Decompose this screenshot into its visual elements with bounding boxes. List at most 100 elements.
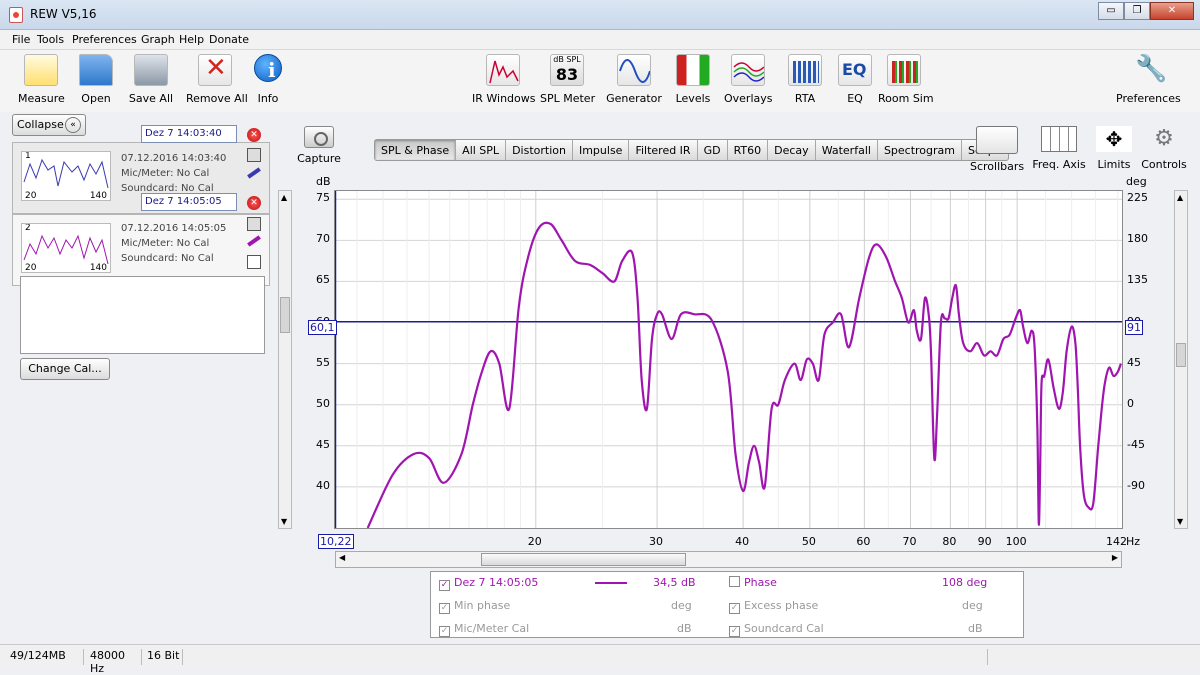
menu-file[interactable]: File [12, 33, 30, 46]
remove-all-button[interactable]: Remove All [186, 54, 248, 105]
y2-tick-label: 225 [1127, 191, 1148, 205]
x-max-label: 142 [1106, 535, 1127, 548]
room-sim-button[interactable]: Room Sim [878, 54, 934, 105]
mic-cal-toggle[interactable]: ✓ Mic/Meter Cal [439, 622, 529, 637]
measurement-name-field-2[interactable]: Dez 7 14:05:05 [141, 193, 237, 211]
phase-value: 108 deg [942, 576, 988, 589]
notes-icon-2[interactable] [247, 255, 261, 269]
info-button[interactable]: Info [254, 54, 282, 105]
menu-tools[interactable]: Tools [37, 33, 64, 46]
y-tick-label: 65 [316, 273, 330, 287]
y2-tick-label: 0 [1127, 396, 1134, 410]
eq-button[interactable]: EQ EQ [838, 54, 872, 105]
legend-trace-name[interactable]: ✓ Dez 7 14:05:05 [439, 576, 538, 591]
measure-icon [24, 54, 58, 86]
delete-measurement-icon-2[interactable]: ✕ [247, 196, 261, 210]
left-vertical-scrollbar[interactable]: ▲ ▼ [278, 190, 292, 529]
y2-tick-label: 135 [1127, 273, 1148, 287]
graph-plot-area[interactable] [334, 190, 1123, 529]
info-icon [254, 54, 282, 82]
menu-donate[interactable]: Donate [209, 33, 249, 46]
close-button[interactable]: ✕ [1150, 2, 1194, 20]
left-scroll-thumb[interactable] [280, 297, 290, 333]
right-vertical-scrollbar[interactable]: ▲ ▼ [1174, 190, 1188, 529]
scrollbars-button[interactable]: Scrollbars [970, 126, 1024, 173]
save-all-button[interactable]: Save All [128, 54, 174, 105]
measurements-panel: Collapse « 1 20 140 Dez 7 14:03:40 ✕ 07.… [12, 112, 270, 386]
y2-axis-unit: deg [1126, 175, 1147, 188]
x-tick-label: 70 [902, 535, 917, 548]
measure-button[interactable]: Measure [18, 54, 65, 105]
tab-rt60[interactable]: RT60 [728, 140, 769, 160]
tab-spl-phase[interactable]: SPL & Phase [375, 140, 457, 160]
y-tick-label: 55 [316, 355, 330, 369]
freq-axis-button[interactable]: Freq. Axis [1030, 126, 1088, 171]
min-phase-unit: deg [671, 599, 692, 612]
tab-waterfall[interactable]: Waterfall [816, 140, 878, 160]
graph-tabs: SPL & Phase All SPL Distortion Impulse Filte… [374, 139, 1009, 161]
scroll-up-arrow-icon[interactable]: ▲ [1177, 193, 1183, 202]
x-min-readout[interactable]: 10,22 [318, 534, 354, 549]
y-axis-unit: dB [316, 175, 331, 188]
notes-textarea[interactable] [20, 276, 265, 354]
main-toolbar: Measure Open Save All Remove All Info IR… [0, 50, 1200, 112]
open-button[interactable]: Open [78, 54, 114, 105]
scroll-down-arrow-icon[interactable]: ▼ [281, 517, 287, 526]
rta-button[interactable]: RTA [788, 54, 822, 105]
x-tick-label: 20 [527, 535, 542, 548]
overlays-button[interactable]: Overlays [724, 54, 773, 105]
tab-filtered-ir[interactable]: Filtered IR [629, 140, 698, 160]
tab-impulse[interactable]: Impulse [573, 140, 630, 160]
horizontal-scroll-thumb[interactable] [481, 553, 686, 566]
x-tick-label: 40 [735, 535, 750, 548]
trace-value: 34,5 dB [653, 576, 696, 589]
horizontal-scrollbar[interactable]: ◀ ▶ [335, 551, 1122, 568]
min-phase-toggle[interactable]: ✓ Min phase [439, 599, 510, 614]
measurement-thumbnail-2: 2 20 140 [21, 223, 111, 273]
x-tick-label: 30 [649, 535, 664, 548]
delete-measurement-icon-1[interactable]: ✕ [247, 128, 261, 142]
soundcard-cal-toggle[interactable]: ✓ Soundcard Cal [729, 622, 824, 637]
menu-graph[interactable]: Graph [141, 33, 175, 46]
settings-icon-2[interactable] [247, 217, 261, 231]
minimize-button[interactable]: ▭ [1098, 2, 1124, 20]
trace-legend: ✓ Dez 7 14:05:05 34,5 dB Phase 108 deg ✓ M… [430, 571, 1024, 638]
ir-windows-button[interactable]: IR Windows [472, 54, 536, 105]
tab-distortion[interactable]: Distortion [506, 140, 573, 160]
measurement-name-field-1[interactable]: Dez 7 14:03:40 [141, 125, 237, 143]
phase-toggle[interactable]: Phase [729, 576, 777, 589]
menu-help[interactable]: Help [179, 33, 204, 46]
limits-button[interactable]: ✥ Limits [1094, 126, 1134, 171]
tab-all-spl[interactable]: All SPL [456, 140, 507, 160]
cursor-y-readout: 60,1 [308, 320, 337, 335]
restore-button[interactable]: ❐ [1124, 2, 1150, 20]
controls-button[interactable]: ⚙ Controls [1140, 126, 1188, 171]
levels-button[interactable]: Levels [674, 54, 712, 105]
tab-decay[interactable]: Decay [768, 140, 816, 160]
preferences-button[interactable]: Preferences [1116, 54, 1181, 105]
bit-depth-status: 16 Bit [147, 649, 183, 665]
scroll-down-arrow-icon[interactable]: ▼ [1177, 517, 1183, 526]
spl-meter-button[interactable]: dB SPL 83 SPL Meter [540, 54, 595, 105]
memory-status: 49/124MB [10, 649, 84, 665]
menu-preferences[interactable]: Preferences [72, 33, 137, 46]
color-pen-icon-2[interactable] [247, 235, 261, 247]
scroll-right-arrow-icon[interactable]: ▶ [1112, 553, 1118, 562]
tab-gd[interactable]: GD [698, 140, 728, 160]
generator-button[interactable]: Generator [606, 54, 662, 105]
scroll-up-arrow-icon[interactable]: ▲ [281, 193, 287, 202]
y2-tick-label: -90 [1127, 478, 1145, 492]
trace-checkbox[interactable]: ✓ [439, 580, 450, 591]
gear-icon: ⚙ [1154, 126, 1174, 151]
settings-icon-1[interactable] [247, 148, 261, 162]
phase-checkbox[interactable] [729, 576, 740, 587]
right-scroll-thumb[interactable] [1176, 343, 1186, 367]
change-cal-button[interactable]: Change Cal... [20, 358, 110, 380]
capture-button[interactable]: Capture [296, 126, 342, 165]
color-pen-icon-1[interactable] [247, 167, 261, 179]
tab-spectrogram[interactable]: Spectrogram [878, 140, 963, 160]
excess-phase-toggle[interactable]: ✓ Excess phase [729, 599, 818, 614]
collapse-button[interactable]: Collapse « [12, 114, 86, 136]
x-tick-label: 100 [1005, 535, 1027, 548]
scroll-left-arrow-icon[interactable]: ◀ [339, 553, 345, 562]
